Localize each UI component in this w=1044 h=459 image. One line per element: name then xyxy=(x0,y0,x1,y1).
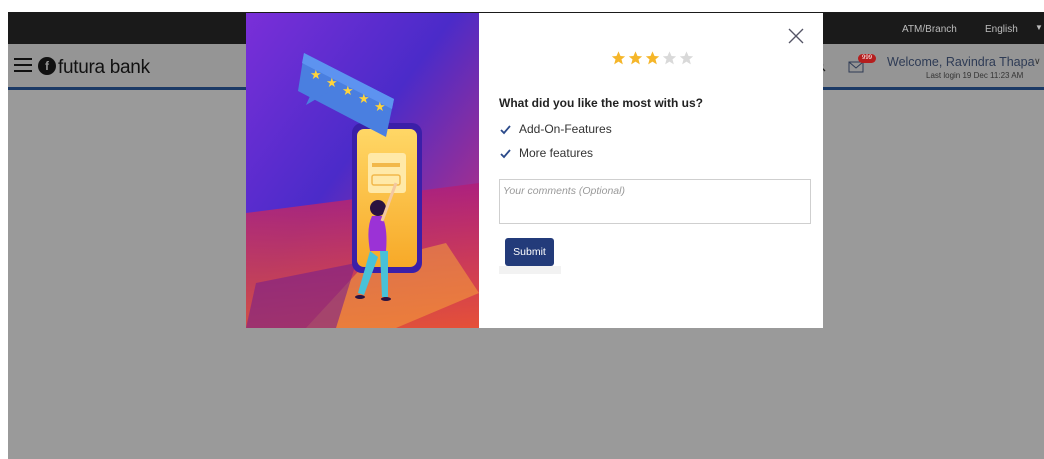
chevron-down-icon[interactable]: ∨ xyxy=(1034,56,1041,67)
menu-icon[interactable] xyxy=(14,58,32,72)
option-more-features[interactable]: More features xyxy=(499,146,593,160)
welcome-text[interactable]: Welcome, Ravindra Thapa xyxy=(887,55,1035,69)
star-rating xyxy=(610,50,695,66)
option-label: More features xyxy=(519,146,594,160)
svg-text:★: ★ xyxy=(342,84,354,99)
comments-textarea[interactable]: Your comments (Optional) xyxy=(499,179,811,224)
feedback-question: What did you like the most with us? xyxy=(499,96,704,110)
submit-shadow xyxy=(499,266,561,274)
star-filled-icon[interactable] xyxy=(644,50,661,66)
checkbox-checked-icon[interactable] xyxy=(499,147,512,160)
language-selector[interactable]: English xyxy=(985,24,1018,35)
chevron-down-icon: ▼ xyxy=(1035,23,1043,32)
submit-button[interactable]: Submit xyxy=(505,238,554,266)
feedback-form-panel: What did you like the most with us? Add-… xyxy=(479,13,823,328)
star-empty-icon[interactable] xyxy=(678,50,695,66)
svg-text:★: ★ xyxy=(326,76,338,91)
viewport: ATM/Branch English ▼ f futura bank 999 W… xyxy=(0,0,1044,459)
svg-text:★: ★ xyxy=(358,92,370,107)
feedback-modal: ★ ★ ★ ★ ★ What did you like the most wit… xyxy=(246,13,823,328)
svg-text:★: ★ xyxy=(310,68,322,83)
bank-logo-text: futura bank xyxy=(58,57,150,78)
app-frame: ATM/Branch English ▼ f futura bank 999 W… xyxy=(8,12,1044,459)
star-filled-icon[interactable] xyxy=(627,50,644,66)
star-filled-icon[interactable] xyxy=(610,50,627,66)
mail-count-badge: 999 xyxy=(858,54,876,63)
option-add-on-features[interactable]: Add-On-Features xyxy=(499,122,612,136)
bank-logo-icon: f xyxy=(38,57,56,75)
close-icon[interactable] xyxy=(787,27,805,45)
rating-illustration: ★ ★ ★ ★ ★ xyxy=(246,13,479,328)
option-label: Add-On-Features xyxy=(519,122,612,136)
star-empty-icon[interactable] xyxy=(661,50,678,66)
atm-branch-link[interactable]: ATM/Branch xyxy=(902,24,957,35)
svg-text:★: ★ xyxy=(374,100,386,115)
last-login-text: Last login 19 Dec 11:23 AM xyxy=(926,71,1024,80)
checkbox-checked-icon[interactable] xyxy=(499,123,512,136)
